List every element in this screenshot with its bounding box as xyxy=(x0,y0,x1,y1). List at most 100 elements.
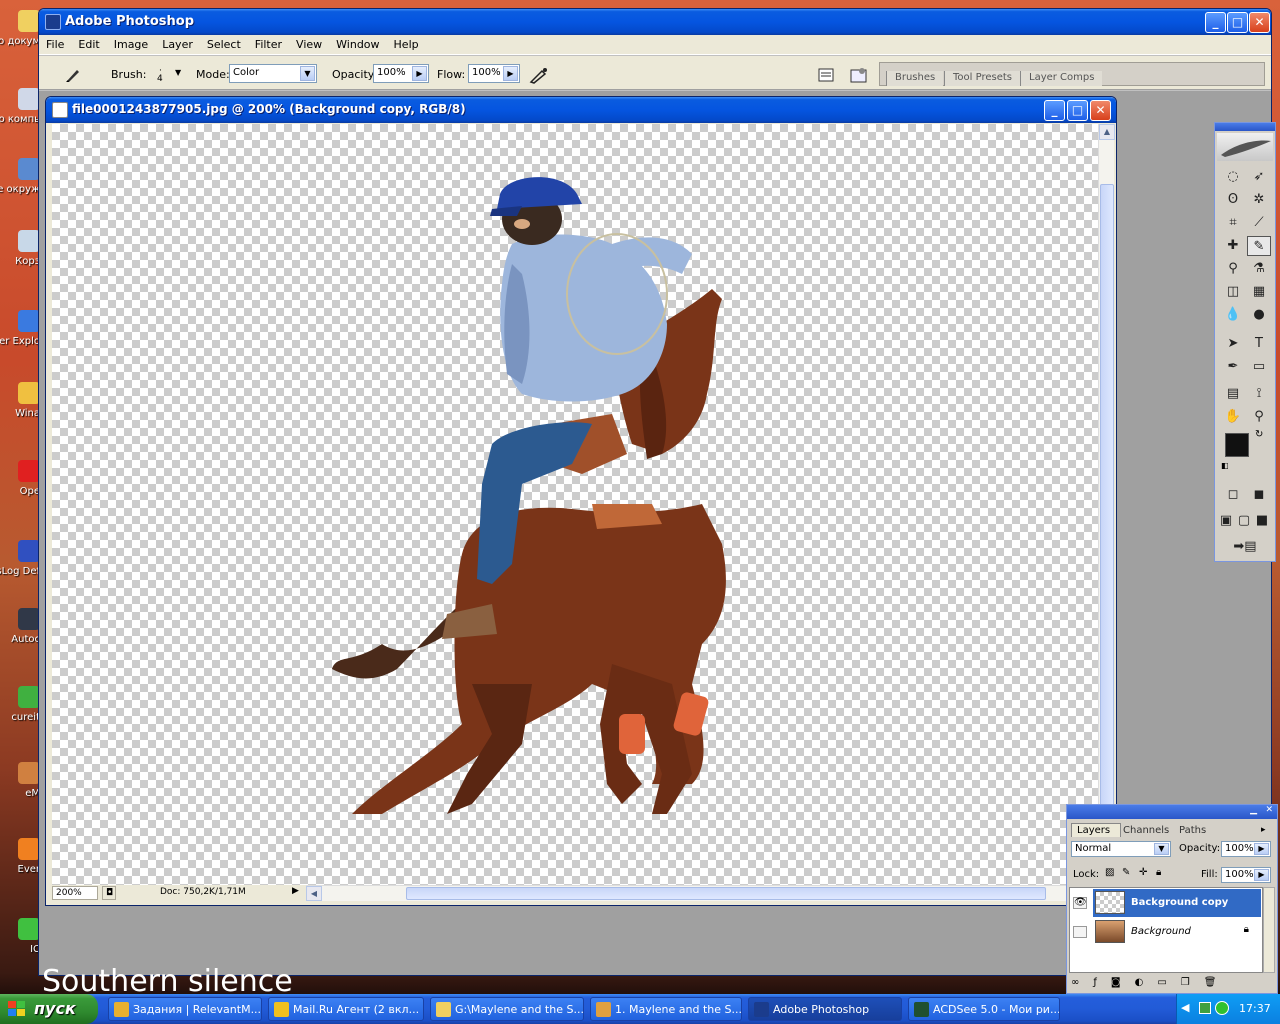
brush-tool-button[interactable]: ✎ xyxy=(1247,236,1271,256)
doc-minimize-button[interactable]: _ xyxy=(1044,100,1065,121)
chevron-right-icon[interactable]: ▶ xyxy=(503,66,518,81)
tray-expand-icon[interactable]: ◀ xyxy=(1181,1001,1189,1014)
mode-select[interactable]: Color ▼ xyxy=(229,64,317,83)
adjustment-layer-icon[interactable]: ◐ xyxy=(1135,977,1158,988)
layers-minimize-icon[interactable]: ▁ xyxy=(1250,805,1257,815)
menu-view[interactable]: View xyxy=(289,35,329,51)
doc-close-button[interactable]: ✕ xyxy=(1090,100,1111,121)
notes-tool-button[interactable]: ▤ xyxy=(1221,384,1245,404)
vertical-scroll-thumb[interactable] xyxy=(1100,184,1114,864)
path-selection-tool-button[interactable]: ➤ xyxy=(1221,334,1245,354)
desktop-icon[interactable]: Оре xyxy=(0,460,40,518)
shape-tool-button[interactable]: ▭ xyxy=(1247,357,1271,377)
adobe-feather-icon[interactable] xyxy=(1217,133,1273,161)
taskbar-button[interactable]: Mail.Ru Агент (2 вкл... xyxy=(268,997,424,1021)
taskbar-button[interactable]: Adobe Photoshop xyxy=(748,997,902,1021)
layers-close-icon[interactable]: ✕ xyxy=(1265,805,1273,815)
zoom-tool-button[interactable]: ⚲ xyxy=(1247,407,1271,427)
menu-image[interactable]: Image xyxy=(107,35,155,51)
document-title-bar[interactable]: file0001243877905.jpg @ 200% (Background… xyxy=(46,97,1116,123)
flow-field[interactable]: 100% ▶ xyxy=(468,64,520,83)
delete-layer-icon[interactable]: 🗑︎ xyxy=(1204,977,1231,988)
fill-field[interactable]: 100% ▶ xyxy=(1221,867,1271,883)
chevron-right-icon[interactable]: ▶ xyxy=(1254,869,1269,881)
tool-preset-picker[interactable] xyxy=(61,64,93,84)
palette-toggle-button[interactable] xyxy=(814,64,836,84)
desktop-icon[interactable]: IC xyxy=(0,918,40,976)
desktop-icon[interactable]: cureit xyxy=(0,686,40,744)
menu-filter[interactable]: Filter xyxy=(248,35,289,51)
new-group-icon[interactable]: ▭ xyxy=(1157,977,1180,988)
desktop-icon[interactable]: Ever xyxy=(0,838,40,896)
layer-mask-icon[interactable]: ◙ xyxy=(1111,977,1135,988)
marquee-tool-button[interactable]: ◌ xyxy=(1221,167,1245,187)
palette-tab-layer-comps[interactable]: Layer Comps xyxy=(1020,71,1103,86)
eyedropper-tool-button[interactable]: ⟟ xyxy=(1247,384,1271,404)
lock-transparency-icon[interactable]: ▨ xyxy=(1105,867,1114,878)
link-layers-icon[interactable]: ∞ xyxy=(1071,977,1093,988)
magic-wand-tool-button[interactable]: ✲ xyxy=(1247,190,1271,210)
screen-mode-standard-button[interactable]: ▣ xyxy=(1217,511,1235,531)
palette-tab-tool-presets[interactable]: Tool Presets xyxy=(944,71,1020,86)
layer-row[interactable]: Background copy xyxy=(1093,889,1261,917)
close-button[interactable]: ✕ xyxy=(1249,12,1270,33)
desktop-icon[interactable]: Inter Explo xyxy=(0,310,40,368)
quick-mask-button[interactable]: ◼ xyxy=(1247,485,1271,505)
desktop-icon[interactable]: Autoc xyxy=(0,608,40,666)
blur-tool-button[interactable]: 💧 xyxy=(1221,305,1245,325)
toolbox-title-bar[interactable] xyxy=(1215,123,1275,131)
taskbar-button[interactable]: 1. Maylene and the S... xyxy=(590,997,742,1021)
scroll-up-icon[interactable]: ▲ xyxy=(1099,124,1115,140)
hand-tool-button[interactable]: ✋ xyxy=(1221,407,1245,427)
maximize-button[interactable]: □ xyxy=(1227,12,1248,33)
airbrush-button[interactable] xyxy=(527,64,549,84)
swap-colors-icon[interactable]: ↻ xyxy=(1255,429,1263,440)
opacity-field[interactable]: 100% ▶ xyxy=(373,64,429,83)
menu-file[interactable]: File xyxy=(39,35,71,51)
vertical-scrollbar[interactable]: ▲ ▼ xyxy=(1098,124,1115,885)
palette-tab-brushes[interactable]: Brushes xyxy=(886,71,944,86)
new-layer-icon[interactable]: ❐ xyxy=(1181,977,1204,988)
desktop-icon[interactable]: Корз xyxy=(0,230,40,288)
brush-picker[interactable]: · 4 ▼ xyxy=(149,62,185,86)
menu-select[interactable]: Select xyxy=(200,35,248,51)
desktop-icon[interactable]: AusLog Def xyxy=(0,540,40,598)
history-brush-tool-button[interactable]: ⚗ xyxy=(1247,259,1271,279)
status-preview-icon[interactable]: ◘ xyxy=(102,886,116,900)
dodge-tool-button[interactable]: ● xyxy=(1247,305,1271,325)
jump-to-imageready-button[interactable]: ➡▤ xyxy=(1221,537,1269,557)
palette-menu-icon[interactable]: ▸ xyxy=(1261,825,1266,835)
lock-all-icon[interactable]: 🔒︎ xyxy=(1156,867,1161,878)
desktop-icon[interactable]: Сете окруж xyxy=(0,158,40,216)
file-browser-button[interactable] xyxy=(847,64,869,84)
horizontal-scrollbar[interactable]: ◀ xyxy=(306,885,1098,901)
screen-mode-full-menu-button[interactable]: ▢ xyxy=(1235,511,1253,531)
desktop-icon[interactable]: eM xyxy=(0,762,40,820)
image-canvas[interactable] xyxy=(52,124,1100,885)
clone-stamp-tool-button[interactable]: ⚲ xyxy=(1221,259,1245,279)
horizontal-scroll-thumb[interactable] xyxy=(406,887,1046,900)
layer-visibility-eye-icon[interactable] xyxy=(1073,926,1087,938)
minimize-button[interactable]: _ xyxy=(1205,12,1226,33)
taskbar-button[interactable]: Задания | RelevantM... xyxy=(108,997,262,1021)
app-title-bar[interactable]: Adobe Photoshop _ □ ✕ xyxy=(39,9,1271,35)
lock-image-icon[interactable]: ✎ xyxy=(1122,867,1130,878)
eraser-tool-button[interactable]: ◫ xyxy=(1221,282,1245,302)
layers-title-bar[interactable]: ▁ ✕ xyxy=(1067,805,1277,819)
layers-scrollbar[interactable] xyxy=(1263,887,1275,973)
move-tool-button[interactable]: ➶ xyxy=(1247,167,1271,187)
foreground-color-swatch[interactable] xyxy=(1225,433,1249,457)
screen-mode-full-button[interactable]: ■ xyxy=(1253,511,1271,531)
tab-layers[interactable]: Layers xyxy=(1071,823,1121,837)
layer-style-icon[interactable]: ƒ xyxy=(1093,977,1111,988)
type-tool-button[interactable]: T xyxy=(1247,334,1271,354)
status-menu-arrow-icon[interactable]: ▶ xyxy=(292,886,299,896)
lasso-tool-button[interactable]: ʘ xyxy=(1221,190,1245,210)
layer-row[interactable]: Background 🔒︎ xyxy=(1093,918,1261,946)
desktop-icon[interactable]: Мо докум xyxy=(0,10,40,68)
taskbar-button[interactable]: ACDSee 5.0 - Мои ри... xyxy=(908,997,1060,1021)
start-button[interactable]: пуск xyxy=(0,994,98,1024)
gradient-tool-button[interactable]: ▦ xyxy=(1247,282,1271,302)
slice-tool-button[interactable]: ⟋ xyxy=(1247,213,1271,233)
layer-visibility-eye-icon[interactable]: 👁︎ xyxy=(1073,897,1087,909)
